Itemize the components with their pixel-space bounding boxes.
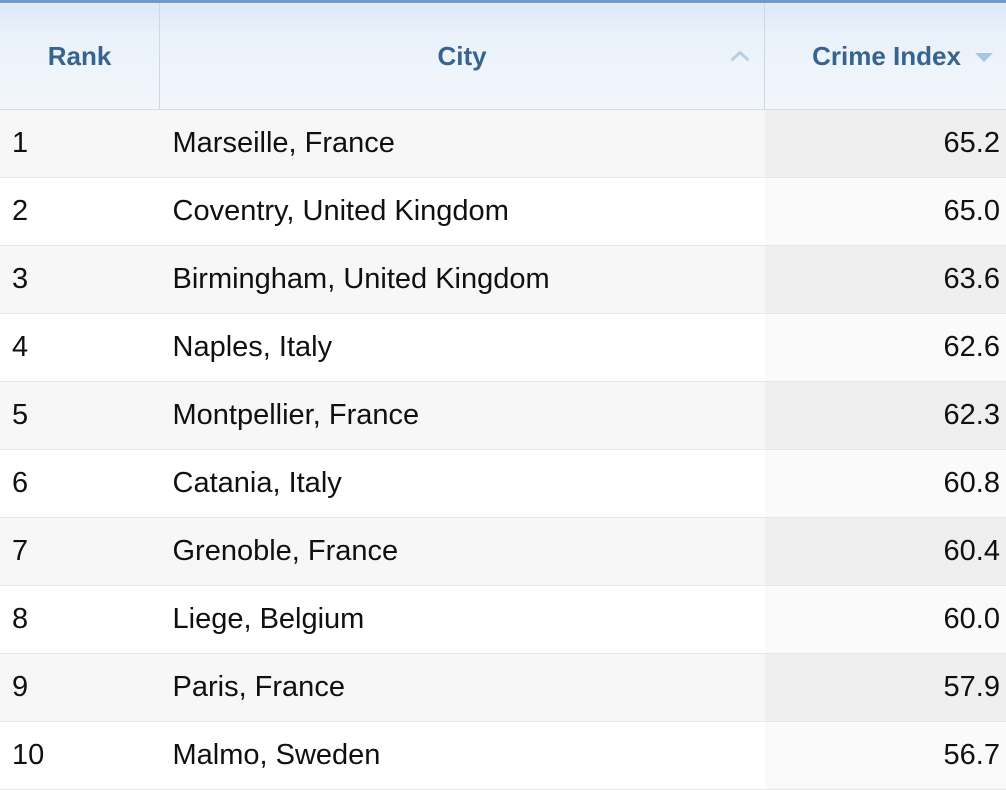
table-row[interactable]: 9Paris, France57.9 (0, 654, 1006, 722)
cell-rank: 1 (0, 110, 160, 178)
chevron-up-icon[interactable] (726, 46, 754, 66)
table-row[interactable]: 8Liege, Belgium60.0 (0, 586, 1006, 654)
column-header-city[interactable]: City (160, 2, 765, 110)
cell-rank: 6 (0, 450, 160, 518)
cell-city[interactable]: Paris, France (160, 654, 765, 722)
cell-crime-index: 57.9 (765, 654, 1006, 722)
cell-crime-index: 65.0 (765, 178, 1006, 246)
table-row[interactable]: 2Coventry, United Kingdom65.0 (0, 178, 1006, 246)
table-header-row: Rank City Crime Index (0, 2, 1006, 110)
cell-crime-index: 63.6 (765, 246, 1006, 314)
cell-crime-index: 62.6 (765, 314, 1006, 382)
table-row[interactable]: 4Naples, Italy62.6 (0, 314, 1006, 382)
cell-rank: 9 (0, 654, 160, 722)
cell-rank: 5 (0, 382, 160, 450)
cell-rank: 10 (0, 722, 160, 790)
cell-rank: 2 (0, 178, 160, 246)
triangle-down-icon[interactable] (970, 46, 998, 66)
table-body: 1Marseille, France65.22Coventry, United … (0, 110, 1006, 790)
cell-crime-index: 60.0 (765, 586, 1006, 654)
column-header-crime-index-inner: Crime Index (765, 41, 1006, 72)
column-header-crime-index-label: Crime Index (812, 41, 961, 72)
column-header-rank[interactable]: Rank (0, 2, 160, 110)
cell-city[interactable]: Marseille, France (160, 110, 765, 178)
table-row[interactable]: 5Montpellier, France62.3 (0, 382, 1006, 450)
table-header: Rank City Crime Index (0, 2, 1006, 110)
cell-city[interactable]: Coventry, United Kingdom (160, 178, 765, 246)
table-row[interactable]: 7Grenoble, France60.4 (0, 518, 1006, 586)
cell-city[interactable]: Birmingham, United Kingdom (160, 246, 765, 314)
cell-rank: 8 (0, 586, 160, 654)
cell-crime-index: 60.8 (765, 450, 1006, 518)
cell-city[interactable]: Malmo, Sweden (160, 722, 765, 790)
table-row[interactable]: 10Malmo, Sweden56.7 (0, 722, 1006, 790)
cell-city[interactable]: Liege, Belgium (160, 586, 765, 654)
city-crime-index-table: Rank City Crime Index (0, 0, 1006, 790)
column-header-crime-index[interactable]: Crime Index (765, 2, 1006, 110)
column-header-city-inner: City (160, 41, 764, 72)
column-header-city-label: City (437, 41, 486, 72)
cell-crime-index: 62.3 (765, 382, 1006, 450)
cell-crime-index: 60.4 (765, 518, 1006, 586)
cell-rank: 4 (0, 314, 160, 382)
cell-rank: 3 (0, 246, 160, 314)
table-row[interactable]: 3Birmingham, United Kingdom63.6 (0, 246, 1006, 314)
cell-city[interactable]: Grenoble, France (160, 518, 765, 586)
table-row[interactable]: 6Catania, Italy60.8 (0, 450, 1006, 518)
cell-crime-index: 65.2 (765, 110, 1006, 178)
cell-city[interactable]: Naples, Italy (160, 314, 765, 382)
cell-crime-index: 56.7 (765, 722, 1006, 790)
cell-city[interactable]: Montpellier, France (160, 382, 765, 450)
column-header-rank-inner: Rank (0, 41, 159, 72)
cell-rank: 7 (0, 518, 160, 586)
table-row[interactable]: 1Marseille, France65.2 (0, 110, 1006, 178)
column-header-rank-label: Rank (48, 41, 112, 72)
cell-city[interactable]: Catania, Italy (160, 450, 765, 518)
